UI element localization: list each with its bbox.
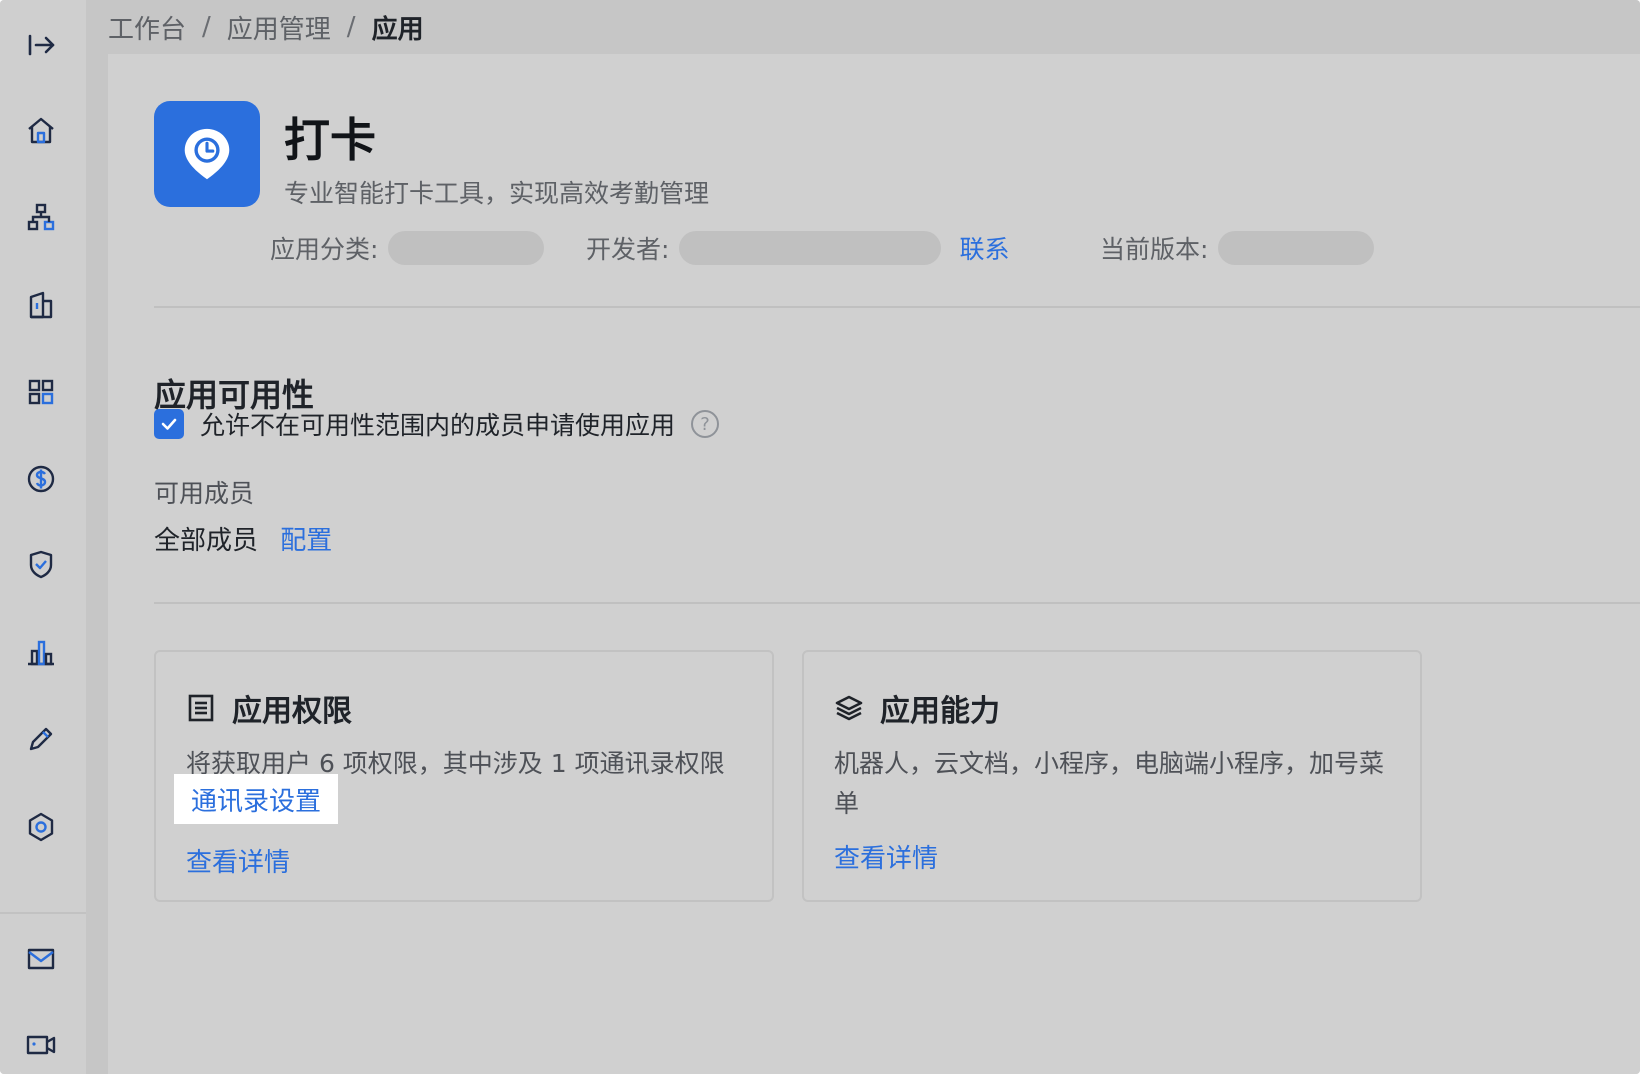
- capabilities-summary: 机器人，云文档，小程序，电脑端小程序，加号菜单: [834, 749, 1385, 818]
- divider: [154, 306, 1640, 308]
- contact-developer-link[interactable]: 联系: [959, 230, 1009, 266]
- list-icon: [188, 694, 214, 722]
- dollar-icon[interactable]: [20, 458, 62, 500]
- allow-apply-option: 允许不在可用性范围内的成员申请使用应用 ?: [154, 406, 720, 442]
- app-category: 应用分类:: [270, 230, 545, 266]
- home-icon[interactable]: [20, 110, 62, 152]
- expand-arrow-icon[interactable]: [20, 24, 62, 66]
- capabilities-card-title: 应用能力: [834, 686, 1000, 730]
- building-icon[interactable]: [20, 284, 62, 326]
- developer-value-placeholder: [679, 231, 942, 265]
- version-label: 当前版本:: [1100, 235, 1209, 264]
- breadcrumb-separator: /: [202, 12, 211, 42]
- pencil-icon[interactable]: [20, 718, 62, 760]
- permissions-details-link[interactable]: 查看详情: [186, 842, 290, 879]
- breadcrumb-item-app-management[interactable]: 应用管理: [227, 9, 331, 46]
- permissions-card: 应用权限 将获取用户 6 项权限，其中涉及 1 项通讯录权限 通讯录设置 查看详…: [154, 650, 774, 902]
- breadcrumb-item-workbench[interactable]: 工作台: [108, 9, 186, 46]
- main-content: 打卡 专业智能打卡工具，实现高效考勤管理 应用分类: 开发者: 联系 当前版本:…: [108, 54, 1640, 1074]
- version-value-placeholder: [1218, 231, 1375, 265]
- mail-icon[interactable]: [20, 938, 62, 980]
- sidebar: [0, 0, 86, 1074]
- breadcrumb-separator: /: [346, 12, 356, 42]
- app-description: 专业智能打卡工具，实现高效考勤管理: [284, 179, 710, 208]
- video-icon[interactable]: [20, 1024, 62, 1066]
- layers-icon: [835, 695, 863, 721]
- permissions-card-title: 应用权限: [186, 686, 352, 730]
- capabilities-card: 应用能力 机器人，云文档，小程序，电脑端小程序，加号菜单 查看详情: [802, 650, 1422, 902]
- breadcrumb: 工作台 / 应用管理 / 应用: [86, 0, 1640, 54]
- hexagon-settings-icon[interactable]: [20, 806, 62, 848]
- capabilities-title-text: 应用能力: [880, 694, 1000, 729]
- category-label: 应用分类:: [270, 235, 379, 264]
- configure-members-link[interactable]: 配置: [280, 526, 332, 556]
- permissions-title-text: 应用权限: [232, 694, 352, 729]
- app-developer: 开发者: 联系: [586, 230, 1009, 266]
- breadcrumb-item-current: 应用: [371, 14, 424, 45]
- shield-check-icon[interactable]: [20, 544, 62, 586]
- sidebar-divider: [0, 912, 86, 914]
- available-members-value: 全部成员: [154, 526, 259, 556]
- app-logo-clock-icon: [154, 101, 260, 207]
- available-members-label: 可用成员: [154, 479, 255, 508]
- allow-apply-label: 允许不在可用性范围内的成员申请使用应用: [200, 411, 676, 440]
- category-value-placeholder: [388, 231, 545, 265]
- bar-chart-icon[interactable]: [20, 632, 62, 674]
- content-gutter: [86, 0, 108, 1074]
- app-version: 当前版本:: [1100, 230, 1375, 266]
- contacts-settings-link[interactable]: 通讯录设置: [174, 774, 338, 824]
- help-icon[interactable]: ?: [691, 410, 720, 438]
- available-members-row: 全部成员 配置: [154, 520, 332, 557]
- org-chart-icon[interactable]: [20, 196, 62, 238]
- grid-icon[interactable]: [20, 371, 62, 413]
- app-window: 工作台 / 应用管理 / 应用 打卡 专业智能打卡工具，实现高效考勤管理 应用分…: [0, 0, 1640, 1074]
- capabilities-details-link[interactable]: 查看详情: [834, 838, 938, 875]
- developer-label: 开发者:: [586, 235, 670, 264]
- allow-apply-checkbox[interactable]: [154, 409, 184, 439]
- app-name: 打卡: [284, 113, 376, 167]
- divider: [154, 602, 1640, 604]
